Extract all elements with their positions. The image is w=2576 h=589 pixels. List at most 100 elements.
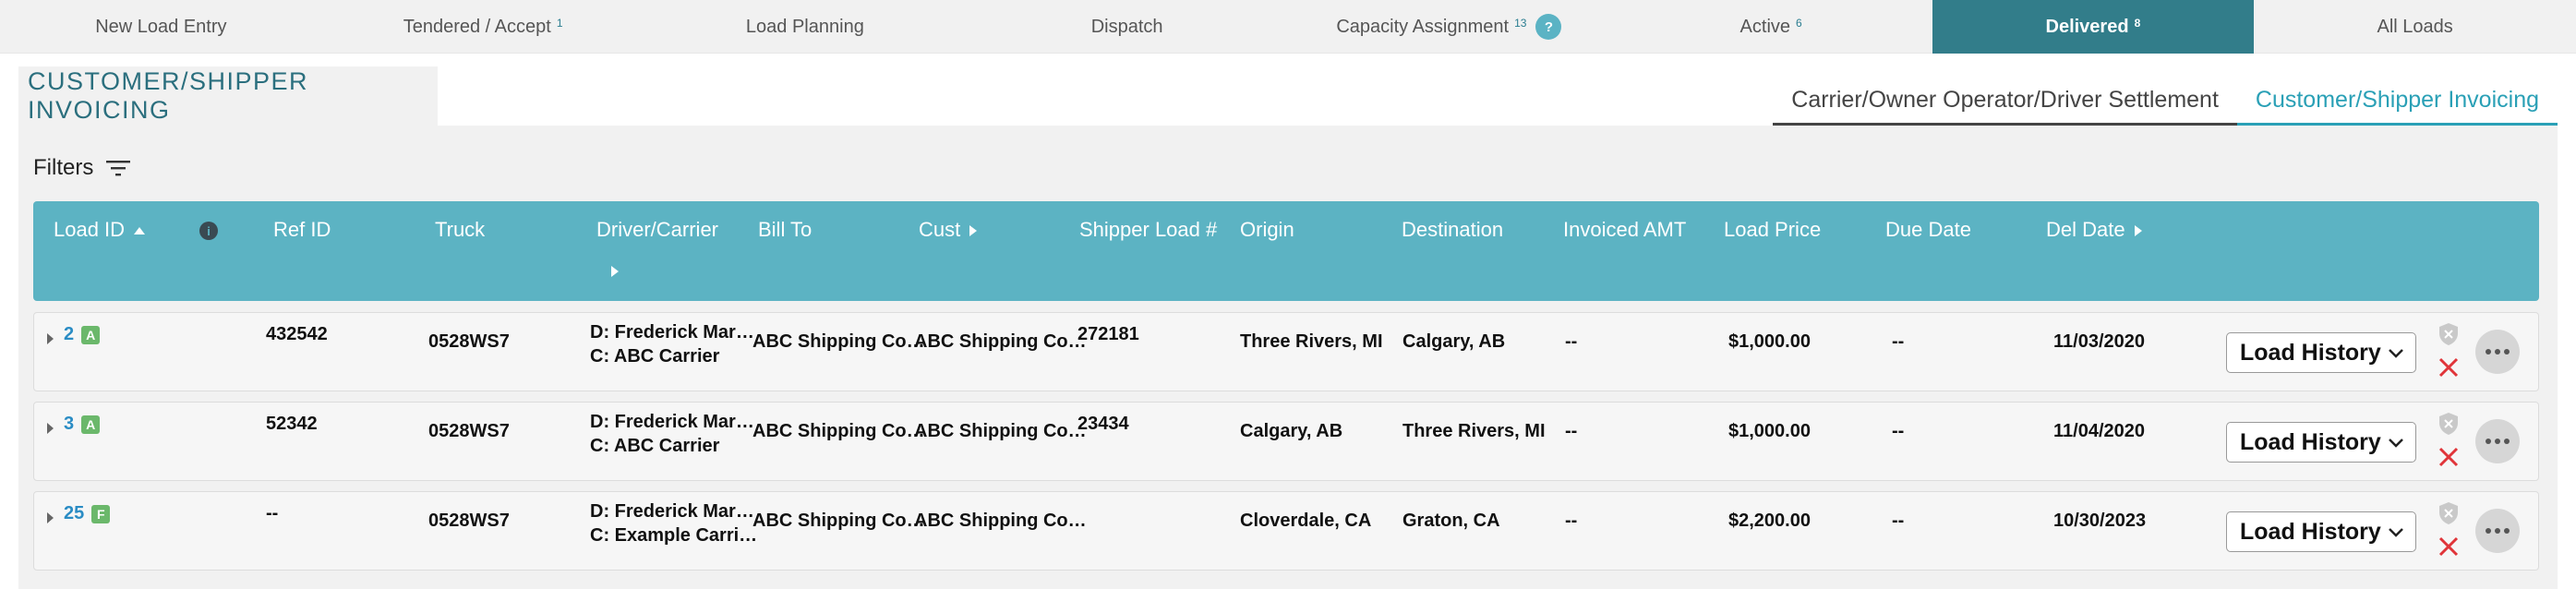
col-origin[interactable]: Origin xyxy=(1240,218,1294,242)
ref-id: -- xyxy=(266,503,279,523)
close-icon[interactable] xyxy=(2437,445,2461,469)
expand-right-icon xyxy=(969,225,978,237)
origin: Cloverdale, CA xyxy=(1240,511,1372,531)
nav-active[interactable]: Active 6 xyxy=(1610,0,1932,54)
filters-label: Filters xyxy=(33,155,94,180)
col-invoiced-amt[interactable]: Invoiced AMT xyxy=(1563,218,1686,242)
col-destination[interactable]: Destination xyxy=(1402,218,1503,242)
nav-tendered-accept[interactable]: Tendered / Accept 1 xyxy=(322,0,644,54)
status-badge: A xyxy=(81,415,101,434)
carrier-name: C: Example Carri… xyxy=(590,525,758,546)
nav-delivered[interactable]: Delivered 8 xyxy=(1932,0,2255,54)
nav-count: 13 xyxy=(1514,17,1527,30)
driver-name: D: Frederick Mar… xyxy=(590,322,754,343)
driver-name: D: Frederick Mar… xyxy=(590,501,754,522)
table-row[interactable]: 3A 52342 0528WS7 D: Frederick Mar… C: ABC… xyxy=(33,402,2539,481)
help-icon[interactable]: ? xyxy=(1535,14,1562,40)
col-del-date[interactable]: Del Date xyxy=(2046,218,2142,242)
driver-carrier: D: Frederick Mar… C: Example Carri… xyxy=(590,499,757,547)
nav-new-load-entry[interactable]: New Load Entry xyxy=(0,0,322,54)
info-icon[interactable]: i xyxy=(199,222,218,240)
shield-icon[interactable] xyxy=(2438,412,2459,436)
driver-name: D: Frederick Mar… xyxy=(590,412,754,432)
col-shipper-load[interactable]: Shipper Load # xyxy=(1079,218,1217,242)
chevron-down-icon xyxy=(2389,349,2403,358)
bill-to: ABC Shipping Co… xyxy=(752,421,925,441)
col-load-id[interactable]: Load ID xyxy=(54,218,146,242)
col-truck[interactable]: Truck xyxy=(435,218,485,242)
shield-icon[interactable] xyxy=(2438,322,2459,346)
col-bill-to[interactable]: Bill To xyxy=(758,218,812,242)
top-nav: New Load Entry Tendered / Accept 1 Load P… xyxy=(0,0,2576,54)
nav-load-planning[interactable]: Load Planning xyxy=(644,0,967,54)
invoiced-amt: -- xyxy=(1565,331,1578,352)
load-id-link[interactable]: 2A xyxy=(64,324,101,345)
nav-all-loads[interactable]: All Loads xyxy=(2254,0,2576,54)
origin: Calgary, AB xyxy=(1240,421,1343,441)
close-icon[interactable] xyxy=(2437,535,2461,559)
del-date: 10/30/2023 xyxy=(2053,511,2147,531)
nav-label: Capacity Assignment xyxy=(1336,16,1510,37)
load-price: $1,000.00 xyxy=(1728,421,1811,441)
more-options-button[interactable] xyxy=(2475,330,2520,374)
nav-label: Active xyxy=(1739,16,1791,37)
nav-label: Dispatch xyxy=(1090,16,1163,37)
tab-carrier-settlement[interactable]: Carrier/Owner Operator/Driver Settlement xyxy=(1773,87,2237,126)
load-id-link[interactable]: 3A xyxy=(64,414,101,435)
chevron-down-icon xyxy=(2389,528,2403,537)
del-date: 11/03/2020 xyxy=(2053,331,2145,352)
bill-to: ABC Shipping Co… xyxy=(752,331,925,352)
nav-dispatch[interactable]: Dispatch xyxy=(966,0,1288,54)
more-options-button[interactable] xyxy=(2475,419,2520,463)
expand-right-icon[interactable] xyxy=(611,266,619,277)
load-history-select[interactable]: Load History xyxy=(2226,332,2416,373)
due-date: -- xyxy=(1892,331,1905,352)
load-history-select[interactable]: Load History xyxy=(2226,422,2416,463)
destination: Three Rivers, MI xyxy=(1402,421,1546,441)
col-due-date[interactable]: Due Date xyxy=(1885,218,1971,242)
col-load-price[interactable]: Load Price xyxy=(1724,218,1821,242)
status-badge: A xyxy=(81,325,101,344)
col-label: Del Date xyxy=(2046,218,2125,241)
due-date: -- xyxy=(1892,511,1905,531)
row-actions xyxy=(2435,412,2462,476)
ref-id: 432542 xyxy=(266,324,328,344)
destination: Graton, CA xyxy=(1402,511,1500,531)
expand-row-icon[interactable] xyxy=(47,512,54,523)
nav-capacity-assignment[interactable]: Capacity Assignment 13? xyxy=(1288,0,1610,54)
load-id: 3 xyxy=(64,414,75,434)
invoiced-amt: -- xyxy=(1565,421,1578,441)
tab-customer-invoicing[interactable]: Customer/Shipper Invoicing xyxy=(2236,87,2558,126)
carrier-name: C: ABC Carrier xyxy=(590,436,720,456)
col-cust[interactable]: Cust xyxy=(919,218,978,242)
filters-button[interactable]: Filters xyxy=(33,155,131,181)
select-value: Load History xyxy=(2240,428,2381,455)
cust: ABC Shipping Co… xyxy=(914,421,1087,441)
table-row[interactable]: 2A 432542 0528WS7 D: Frederick Mar… C: AB… xyxy=(33,312,2539,391)
expand-row-icon[interactable] xyxy=(47,333,54,344)
invoiced-amt: -- xyxy=(1565,511,1578,531)
nav-label: Delivered xyxy=(2045,16,2129,37)
del-date: 11/04/2020 xyxy=(2053,421,2145,441)
chevron-down-icon xyxy=(2389,439,2403,448)
col-driver-carrier[interactable]: Driver/Carrier xyxy=(596,218,718,277)
load-history-select[interactable]: Load History xyxy=(2226,511,2416,552)
row-actions xyxy=(2435,322,2462,387)
shield-icon[interactable] xyxy=(2438,501,2459,525)
col-ref-id[interactable]: Ref ID xyxy=(273,218,331,242)
load-price: $1,000.00 xyxy=(1728,331,1811,352)
nav-count: 8 xyxy=(2134,17,2141,30)
truck: 0528WS7 xyxy=(428,511,510,531)
close-icon[interactable] xyxy=(2437,355,2461,379)
sort-asc-icon xyxy=(134,227,146,235)
load-id-link[interactable]: 25 F xyxy=(64,503,111,524)
more-options-button[interactable] xyxy=(2475,509,2520,553)
nav-label: All Loads xyxy=(2377,16,2453,37)
table-row[interactable]: 25 F -- 0528WS7 D: Frederick Mar… C: Examp… xyxy=(33,491,2539,571)
col-label: Driver/Carrier xyxy=(596,218,718,241)
destination: Calgary, AB xyxy=(1402,331,1506,352)
page-title: CUSTOMER/SHIPPER INVOICING xyxy=(18,66,438,126)
expand-row-icon[interactable] xyxy=(47,423,54,434)
expand-right-icon xyxy=(2134,225,2142,237)
due-date: -- xyxy=(1892,421,1905,441)
